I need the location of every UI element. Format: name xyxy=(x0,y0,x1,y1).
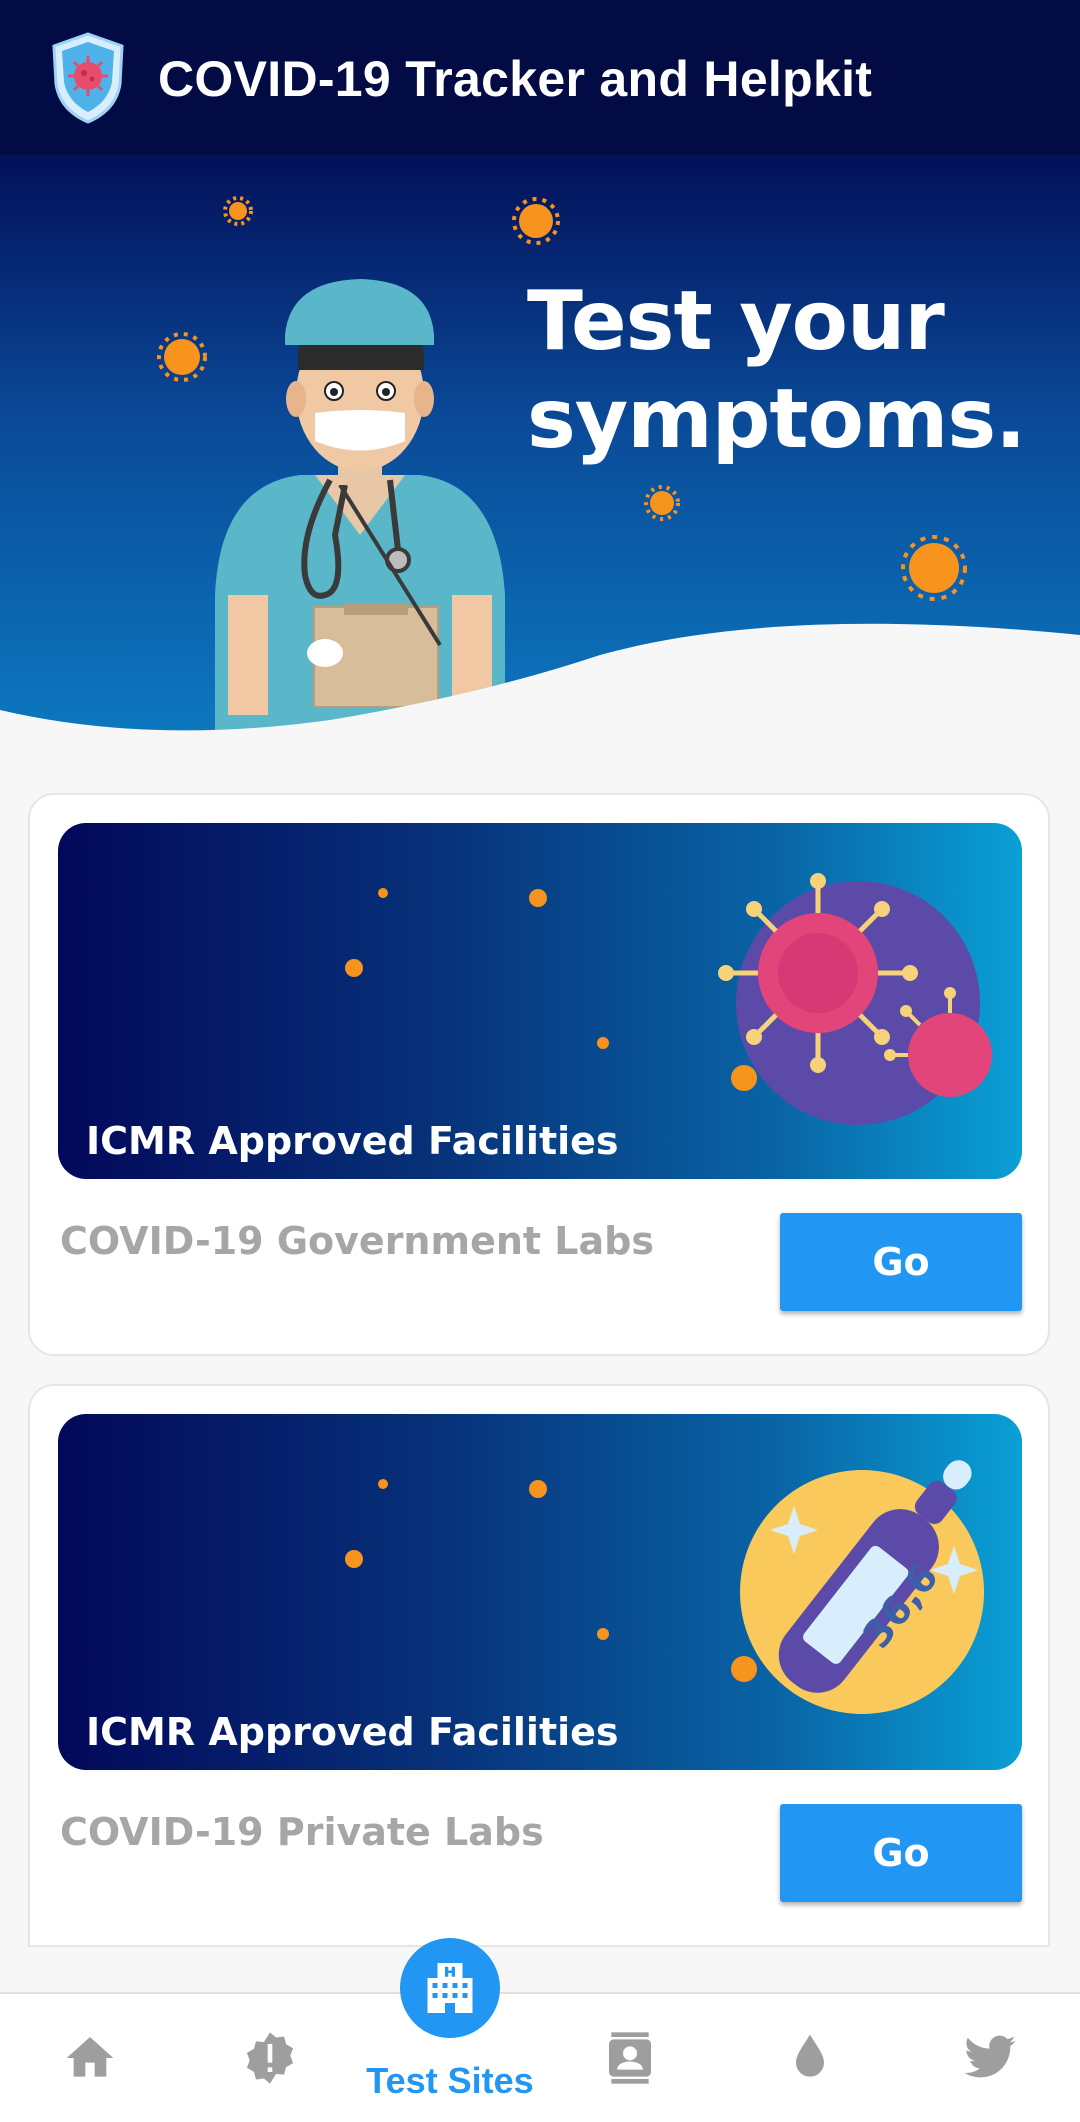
drop-icon xyxy=(796,2034,824,2077)
government-labs-card: ICMR Approved Facilities COVID-19 Govern… xyxy=(28,793,1050,1356)
banner-label: ICMR Approved Facilities xyxy=(86,1710,619,1754)
app-title: COVID-19 Tracker and Helpkit xyxy=(158,51,873,107)
nav-twitter[interactable] xyxy=(900,1994,1080,2122)
hero-banner: Test your symptoms. xyxy=(0,155,1080,745)
hospital-icon xyxy=(427,1963,473,2013)
go-button[interactable]: Go xyxy=(780,1804,1022,1902)
lab-name: COVID-19 Private Labs xyxy=(60,1810,544,1854)
app-bar: COVID-19 Tracker and Helpkit xyxy=(0,0,1080,155)
virus-speck-icon xyxy=(345,1479,757,1682)
nav-test-sites[interactable] xyxy=(400,1938,500,2038)
hero-headline-line2: symptoms. xyxy=(527,372,1026,467)
nav-home[interactable] xyxy=(0,1994,180,2122)
nav-donate[interactable] xyxy=(720,1994,900,2122)
lab-name: COVID-19 Government Labs xyxy=(60,1219,654,1263)
card-banner: ICMR Approved Facilities xyxy=(58,823,1022,1179)
contacts-icon xyxy=(609,2032,651,2084)
banner-label: ICMR Approved Facilities xyxy=(86,1119,619,1163)
home-icon xyxy=(66,2037,114,2077)
nav-contacts[interactable] xyxy=(540,1994,720,2122)
alert-badge-icon xyxy=(246,2032,294,2084)
hero-headline-line1: Test your xyxy=(527,274,945,369)
bottom-navigation xyxy=(0,1992,1080,2122)
nav-alerts[interactable] xyxy=(180,1994,360,2122)
twitter-icon xyxy=(964,2035,1016,2078)
private-labs-card: 36,6 ICMR Approved Facilities COVID-19 P… xyxy=(28,1384,1050,1947)
hero-headline: Test your symptoms. xyxy=(527,273,1026,469)
card-banner: 36,6 ICMR Approved Facilities xyxy=(58,1414,1022,1770)
nav-test-sites-label[interactable]: Test Sites xyxy=(360,2060,540,2102)
virus-shield-icon xyxy=(52,32,124,124)
virus-speck-icon xyxy=(345,888,757,1091)
go-button[interactable]: Go xyxy=(780,1213,1022,1311)
